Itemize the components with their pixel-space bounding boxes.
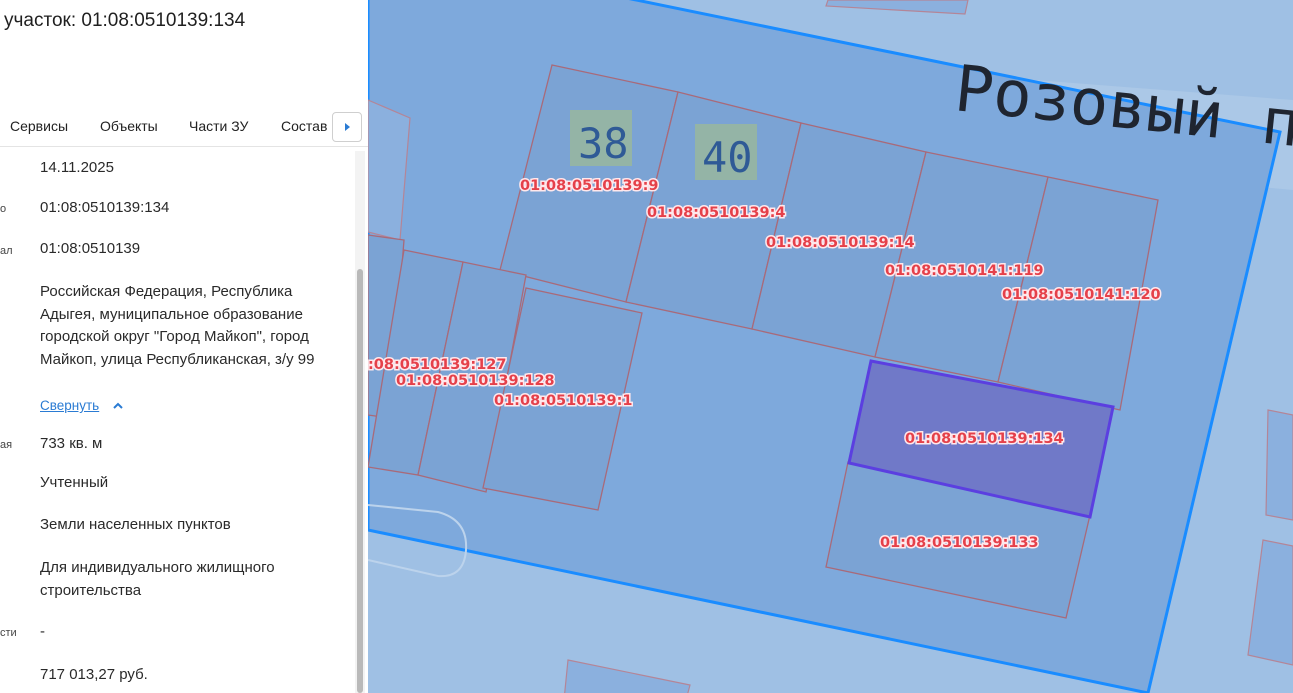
cad-number-value: 01:08:0510139:134 xyxy=(40,199,170,216)
quarter-value: 01:08:0510139 xyxy=(40,240,141,257)
info-panel: участок: 01:08:0510139:134 Сервисы Объек… xyxy=(0,0,368,693)
tabs-next-button[interactable] xyxy=(332,112,362,142)
date-value: 14.11.2025 xyxy=(40,159,114,176)
cad-number-label: о xyxy=(0,203,7,215)
chevron-up-icon[interactable] xyxy=(112,401,124,411)
misc-label: сти xyxy=(0,627,17,639)
house-number-40: 40 xyxy=(702,133,753,182)
chevron-right-icon xyxy=(345,123,350,131)
tab-parts[interactable]: Части ЗУ xyxy=(189,118,248,134)
area-value: 733 кв. м xyxy=(40,435,103,452)
parcel-label-120[interactable]: 01:08:0510141:120 xyxy=(1001,286,1163,305)
tab-bar: Сервисы Объекты Части ЗУ Состав xyxy=(0,108,368,147)
tab-services[interactable]: Сервисы xyxy=(10,118,68,134)
area-label: ая xyxy=(0,439,13,451)
quarter-label: ал xyxy=(0,245,13,257)
category-value: Земли населенных пунктов xyxy=(40,516,231,533)
tab-composition[interactable]: Состав xyxy=(281,118,327,134)
parcel-label-1[interactable]: 01:08:0510139:1 xyxy=(493,392,634,411)
address-value: Российская Федерация, Республика Адыгея,… xyxy=(40,283,315,368)
parcel-label-133[interactable]: 01:08:0510139:133 xyxy=(879,534,1041,553)
parcel-label-127[interactable]: :08:0510139:127 xyxy=(368,356,508,375)
parcel-label-128[interactable]: 01:08:0510139:128 xyxy=(395,372,557,391)
page-title: участок: 01:08:0510139:134 xyxy=(4,10,246,31)
permitted-use-value: Для индивидуального жилищного строительс… xyxy=(40,559,275,599)
parcel-label-119[interactable]: 01:08:0510141:119 xyxy=(884,262,1046,281)
parcel-label-134[interactable]: 01:08:0510139:134 xyxy=(904,430,1066,449)
scrollbar-thumb[interactable] xyxy=(357,269,363,693)
status-value: Учтенный xyxy=(40,474,109,491)
map-canvas[interactable]: 38 40 Розовый п 01:08:0510139:9 01:08:05… xyxy=(368,0,1293,693)
misc-value: - xyxy=(40,623,45,640)
cad-value-value: 717 013,27 руб. xyxy=(40,666,148,683)
parcel-label-9[interactable]: 01:08:0510139:9 xyxy=(519,177,660,196)
house-number-38: 38 xyxy=(578,119,629,168)
map-view[interactable]: 38 40 Розовый п 01:08:0510139:9 01:08:05… xyxy=(368,0,1293,693)
scrollbar[interactable] xyxy=(355,151,365,693)
parcel-label-4[interactable]: 01:08:0510139:4 xyxy=(646,204,787,223)
parcel-label-14[interactable]: 01:08:0510139:14 xyxy=(765,234,917,253)
collapse-link[interactable]: Свернуть xyxy=(40,398,99,413)
tab-objects[interactable]: Объекты xyxy=(100,118,158,134)
